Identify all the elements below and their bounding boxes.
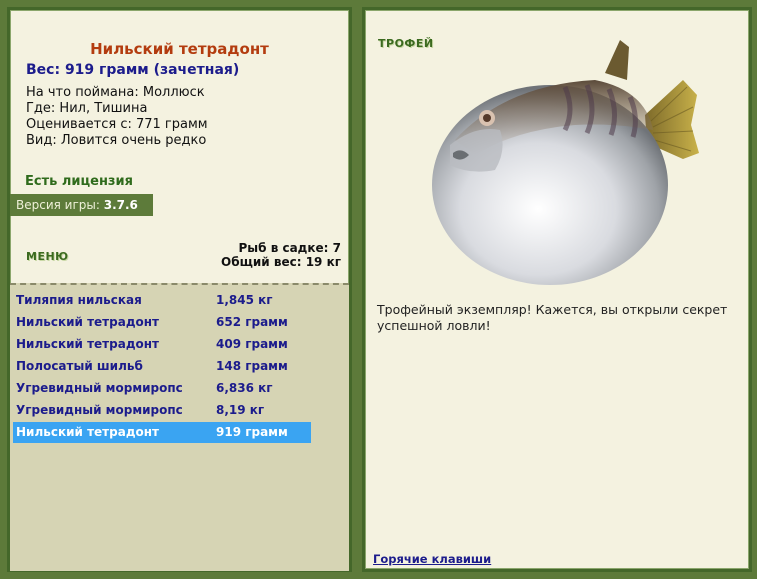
catch-row[interactable]: Нильский тетрадонт 919 грамм [13, 422, 311, 443]
fish-info-panel: Нильский тетрадонт Вес: 919 грамм (зачет… [7, 7, 352, 572]
species-info: Вид: Ловится очень редко [26, 133, 207, 148]
trophy-panel: ТРОФЕЙ Трофейный экземпляр! Кажется, вы … [362, 7, 752, 572]
location-info: Где: Нил, Тишина [26, 101, 148, 116]
trophy-description: Трофейный экземпляр! Кажется, вы открыли… [377, 302, 728, 333]
catch-row[interactable]: Угревидный мормиропс 6,836 кг [13, 378, 311, 399]
catch-row[interactable]: Нильский тетрадонт 652 грамм [13, 312, 311, 333]
catch-weight: 6,836 кг [216, 381, 273, 395]
hotkeys-link[interactable]: Горячие клавиши [373, 552, 491, 566]
cage-total-weight: Общий вес: 19 кг [221, 255, 341, 269]
fish-title: Нильский тетрадонт [90, 40, 269, 58]
catch-name: Нильский тетрадонт [16, 337, 159, 351]
game-version: Версия игры: 3.7.6 [10, 194, 153, 216]
version-number: 3.7.6 [103, 198, 138, 212]
version-label: Версия игры: [16, 198, 100, 212]
catch-name: Нильский тетрадонт [16, 315, 159, 329]
catch-row[interactable]: Нильский тетрадонт 409 грамм [13, 334, 311, 355]
catch-weight: 652 грамм [216, 315, 288, 329]
catch-name: Нильский тетрадонт [16, 425, 159, 439]
fish-weight: Вес: 919 грамм (зачетная) [26, 62, 240, 78]
license-status: Есть лицензия [25, 174, 133, 189]
catch-name: Тиляпия нильская [16, 293, 142, 307]
catch-row[interactable]: Полосатый шильб 148 грамм [13, 356, 311, 377]
pufferfish-image [432, 40, 699, 285]
catch-weight: 148 грамм [216, 359, 288, 373]
catch-weight: 919 грамм [216, 425, 288, 439]
catch-name: Полосатый шильб [16, 359, 143, 373]
bait-info: На что поймана: Моллюск [26, 85, 205, 100]
catch-weight: 1,845 кг [216, 293, 273, 307]
value-info: Оценивается с: 771 грамм [26, 117, 208, 132]
menu-button[interactable]: МЕНЮ [26, 250, 69, 263]
catch-weight: 409 грамм [216, 337, 288, 351]
catch-row[interactable]: Угревидный мормиропс 8,19 кг [13, 400, 311, 421]
catch-row[interactable]: Тиляпия нильская 1,845 кг [13, 290, 311, 311]
catch-weight: 8,19 кг [216, 403, 265, 417]
catch-list: Тиляпия нильская 1,845 кг Нильский тетра… [10, 283, 349, 571]
cage-count: Рыб в садке: 7 [238, 241, 342, 255]
catch-name: Угревидный мормиропс [16, 403, 183, 417]
catch-name: Угревидный мормиропс [16, 381, 183, 395]
